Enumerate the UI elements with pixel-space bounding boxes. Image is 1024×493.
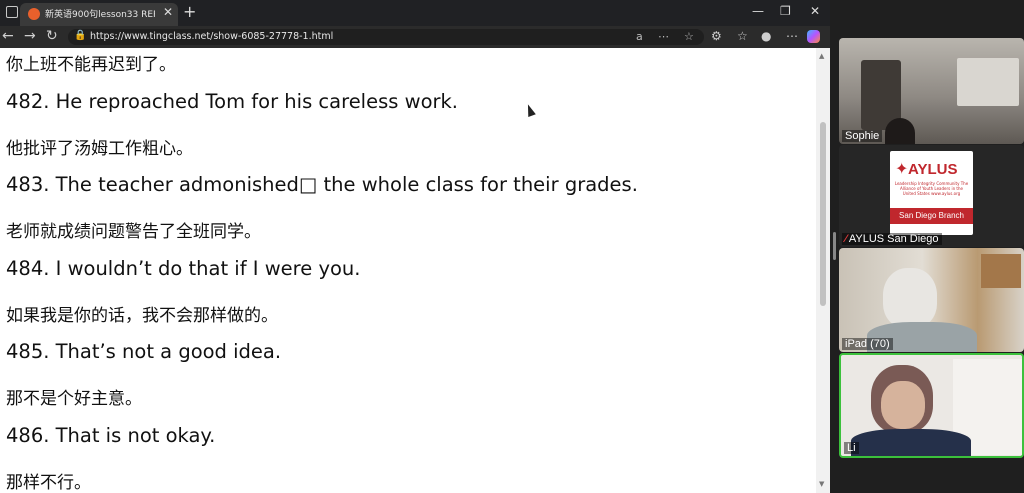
aylus-logo: ✦ AYLUS Leadership Integrity Community T…	[890, 151, 973, 235]
forward-icon[interactable]: →	[24, 28, 36, 44]
url-field[interactable]: 🔒 https://www.tingclass.net/show-6085-27…	[68, 29, 704, 45]
minimize-icon[interactable]: —	[752, 4, 764, 18]
participant-name: AYLUS San Diego	[848, 233, 939, 245]
favorite-icon[interactable]: ☆	[684, 30, 694, 43]
favorites-icon[interactable]: ☆	[737, 29, 748, 43]
page-content: 你上班不能再迟到了。 482. He reproached Tom for hi…	[0, 48, 816, 493]
participant-name: iPad (70)	[842, 338, 893, 350]
title-bar: 新英语900句lesson33 REPROACH ✕ + — ❐ ✕	[0, 0, 830, 26]
restore-icon[interactable]: ❐	[780, 4, 791, 18]
logo-text: AYLUS	[908, 161, 958, 178]
back-icon[interactable]: ←	[2, 28, 14, 44]
window-close-icon[interactable]: ✕	[810, 4, 820, 18]
menu-icon[interactable]: ⋯	[786, 29, 798, 43]
participant-face	[881, 381, 925, 429]
torch-icon: ✦	[895, 159, 909, 178]
english-sentence: 482. He reproached Tom for his careless …	[6, 90, 459, 113]
refresh-icon[interactable]: ↻	[46, 28, 58, 44]
chinese-line: 如果我是你的话，我不会那样做的。	[6, 306, 278, 326]
chinese-line: 那样不行。	[6, 473, 91, 493]
tab-active[interactable]: 新英语900句lesson33 REPROACH ✕	[20, 3, 178, 26]
chinese-line: 他批评了汤姆工作粗心。	[6, 139, 193, 159]
english-sentence: 485. That’s not a good idea.	[6, 340, 282, 363]
branch-label: San Diego Branch	[890, 208, 973, 224]
logo-subtitle: Leadership Integrity Community The Allia…	[894, 181, 969, 196]
background-cabinet	[981, 254, 1021, 288]
scrollbar-thumb[interactable]	[820, 122, 826, 306]
copilot-icon[interactable]	[807, 30, 820, 43]
english-sentence: 483. The teacher admonished□ the whole c…	[6, 173, 638, 196]
video-tile-sophie[interactable]: Sophie	[839, 38, 1024, 144]
close-icon[interactable]: ✕	[163, 5, 173, 19]
participant-name: Sophie	[842, 130, 883, 142]
english-sentence: 486. That is not okay.	[6, 424, 216, 447]
address-bar: ← → ↻ 🔒 https://www.tingclass.net/show-6…	[0, 26, 830, 48]
participant-body	[851, 429, 971, 456]
participant-head	[883, 268, 937, 328]
new-tab-icon[interactable]: +	[183, 2, 196, 21]
background-window	[957, 58, 1019, 106]
chinese-line: 那不是个好主意。	[6, 389, 142, 409]
chinese-line: 老师就成绩问题警告了全班同学。	[6, 222, 261, 242]
scroll-down-icon[interactable]: ▼	[819, 480, 824, 488]
profile-icon[interactable]: ●	[761, 29, 771, 43]
english-sentence: 484. I wouldn’t do that if I were you.	[6, 257, 361, 280]
tab-title: 新英语900句lesson33 REPROACH	[45, 10, 155, 20]
browser-window: 新英语900句lesson33 REPROACH ✕ + — ❐ ✕ ← → ↻…	[0, 0, 830, 493]
vertical-scrollbar[interactable]: ▲ ▼	[816, 48, 830, 493]
read-aloud-icon[interactable]: a	[636, 30, 643, 43]
window-icon[interactable]	[6, 6, 18, 18]
chinese-line: 你上班不能再迟到了。	[6, 55, 176, 75]
panel-resize-handle[interactable]	[833, 232, 836, 260]
lock-icon[interactable]: 🔒	[74, 30, 86, 41]
participant-name-row: ⁄ AYLUS San Diego	[842, 233, 942, 245]
more-icon[interactable]: ⋯	[658, 30, 669, 43]
video-tile-aylus[interactable]: ✦ AYLUS Leadership Integrity Community T…	[839, 145, 1024, 247]
video-tile-ipad[interactable]: iPad (70)	[839, 248, 1024, 352]
scroll-up-icon[interactable]: ▲	[819, 52, 824, 60]
url-text[interactable]: https://www.tingclass.net/show-6085-2777…	[90, 31, 333, 42]
participant-name: Li	[844, 442, 859, 454]
extensions-icon[interactable]: ⚙	[711, 29, 722, 43]
mic-muted-icon: ⁄	[845, 233, 847, 245]
site-favicon-icon	[28, 8, 40, 20]
video-tile-li-active-speaker[interactable]: Li	[839, 353, 1024, 458]
participant-head	[885, 118, 915, 144]
